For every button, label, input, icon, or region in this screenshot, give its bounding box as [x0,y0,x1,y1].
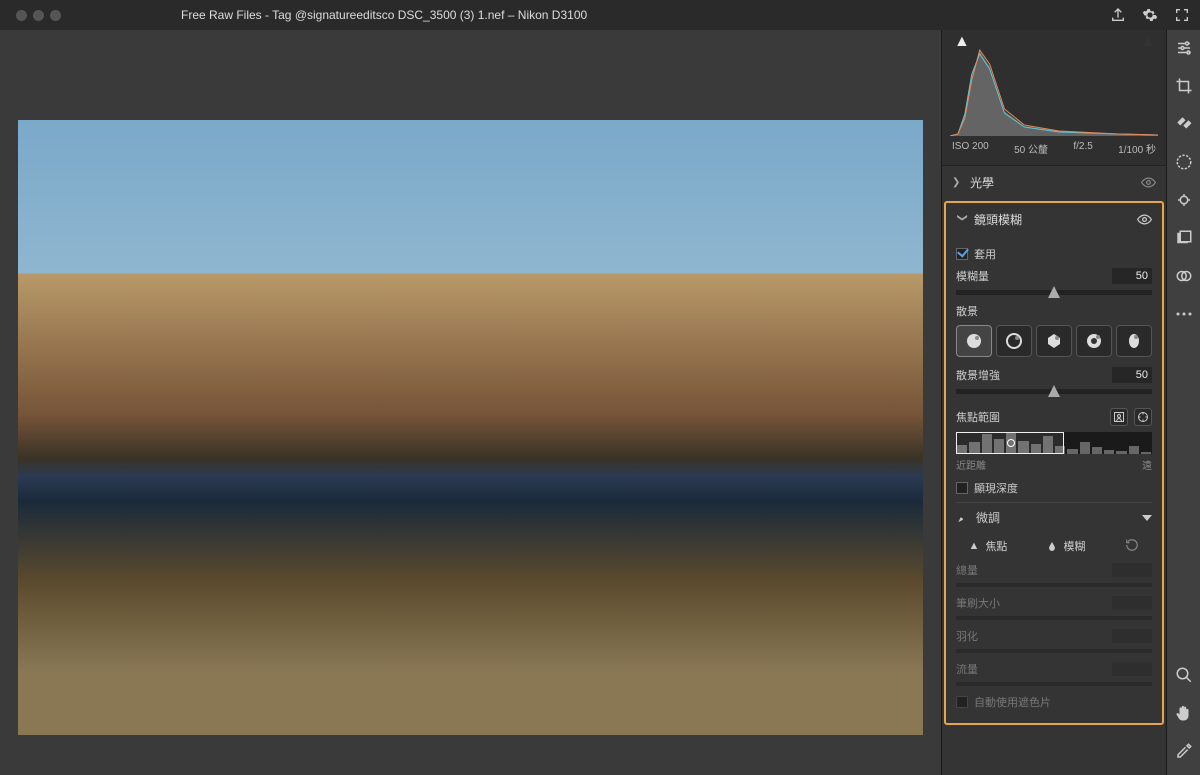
panel-lens-blur-title: 鏡頭模糊 [974,211,1022,228]
amount-input [1112,563,1152,577]
bokeh-label: 散景 [956,303,1152,319]
histo-focal: 50 公釐 [1014,141,1048,156]
panel-lens-blur: ❯ 鏡頭模糊 套用 模糊量 散景 [944,201,1164,725]
eyedropper-icon[interactable] [1174,741,1194,761]
brush-size-input [1112,596,1152,610]
brush-size-slider [956,616,1152,620]
traffic-light-minimize[interactable] [33,10,44,21]
flow-input [1112,662,1152,676]
panel-optics-header[interactable]: ❯ 光學 [942,166,1166,199]
auto-mask-checkbox [956,696,968,708]
amount-slider [956,583,1152,587]
auto-mask-label: 自動使用遮色片 [974,694,1051,710]
histo-shutter: 1/100 秒 [1118,141,1156,156]
visualize-depth-row[interactable]: 顯現深度 [956,480,1152,496]
mask-circle-icon[interactable] [1174,152,1194,172]
adjustments-sidebar: ▲ ▲ ISO 200 50 公釐 f/2.5 1/100 秒 ❯ 光學 [941,30,1166,775]
eye-icon[interactable] [1137,212,1152,227]
document-title: Free Raw Files - Tag @signatureeditsco D… [181,8,587,22]
gear-icon[interactable] [1142,7,1158,23]
apply-checkbox[interactable] [956,248,968,260]
point-focus-button[interactable] [1134,408,1152,426]
feather-label: 羽化 [956,628,978,644]
triangle-down-icon [1142,515,1152,521]
boost-slider[interactable] [956,389,1152,394]
window-controls [16,10,61,21]
visualize-depth-label: 顯現深度 [974,480,1018,496]
reset-icon[interactable] [1125,538,1139,554]
healing-icon[interactable] [1174,114,1194,134]
right-tool-strip [1166,30,1200,775]
focal-range-label: 焦點範圍 [956,409,1000,425]
zoom-icon[interactable] [1174,665,1194,685]
bokeh-shape-ring[interactable] [1076,325,1112,357]
brush-size-label: 筆刷大小 [956,595,1000,611]
more-icon[interactable] [1174,304,1194,324]
focus-point-marker[interactable] [1007,439,1015,447]
image-preview [18,120,923,735]
blur-drop-icon [1047,540,1057,552]
boost-label: 散景增強 [956,367,1112,383]
traffic-light-close[interactable] [16,10,27,21]
refine-title: 微調 [976,509,1000,526]
far-label: 遠 [1142,457,1152,472]
hand-icon[interactable] [1174,703,1194,723]
canvas-area[interactable] [0,30,941,775]
subject-focus-button[interactable] [1110,408,1128,426]
presets-icon[interactable] [1174,228,1194,248]
titlebar: Free Raw Files - Tag @signatureeditsco D… [0,0,1200,30]
histogram: ▲ ▲ ISO 200 50 公釐 f/2.5 1/100 秒 [942,30,1166,165]
export-icon[interactable] [1110,7,1126,23]
traffic-light-zoom[interactable] [50,10,61,21]
boost-input[interactable] [1112,367,1152,383]
feather-input [1112,629,1152,643]
slider-thumb[interactable] [1048,385,1060,397]
eye-icon[interactable] [1141,175,1156,190]
depth-map[interactable] [956,432,1152,454]
flow-slider [956,682,1152,686]
blur-amount-input[interactable] [1112,268,1152,284]
apply-label: 套用 [974,246,996,262]
bokeh-shape-circle[interactable] [956,325,992,357]
flow-label: 流量 [956,661,978,677]
histo-aperture: f/2.5 [1073,141,1092,156]
histo-iso: ISO 200 [952,141,989,156]
refine-header[interactable]: 微調 [956,502,1152,532]
focus-pin-icon: ▲ [969,540,980,552]
chevron-right-icon: ❯ [952,177,964,188]
slider-thumb[interactable] [1048,286,1060,298]
near-label: 近距離 [956,457,986,472]
fullscreen-icon[interactable] [1174,7,1190,23]
auto-mask-row: 自動使用遮色片 [956,694,1152,710]
amount-label: 總量 [956,562,978,578]
feather-slider [956,649,1152,653]
bokeh-shape-cat[interactable] [1116,325,1152,357]
brush-icon [956,511,970,525]
tab-focus[interactable]: ▲ 焦點 [969,538,1008,554]
bokeh-shape-blade[interactable] [1036,325,1072,357]
crop-icon[interactable] [1174,76,1194,96]
visualize-depth-checkbox[interactable] [956,482,968,494]
sliders-icon[interactable] [1174,38,1194,58]
redeye-icon[interactable] [1174,190,1194,210]
white-point-marker[interactable]: ▲ [954,36,970,51]
tab-blur[interactable]: 模糊 [1047,538,1085,554]
bokeh-shape-soap[interactable] [996,325,1032,357]
panel-optics-title: 光學 [970,174,994,191]
apply-checkbox-row[interactable]: 套用 [956,246,1152,262]
black-point-marker[interactable]: ▲ [1140,36,1156,51]
chevron-down-icon: ❯ [957,214,968,226]
overlap-icon[interactable] [1174,266,1194,286]
blur-amount-label: 模糊量 [956,268,1112,284]
panel-lens-blur-header[interactable]: ❯ 鏡頭模糊 [946,203,1162,236]
blur-amount-slider[interactable] [956,290,1152,295]
